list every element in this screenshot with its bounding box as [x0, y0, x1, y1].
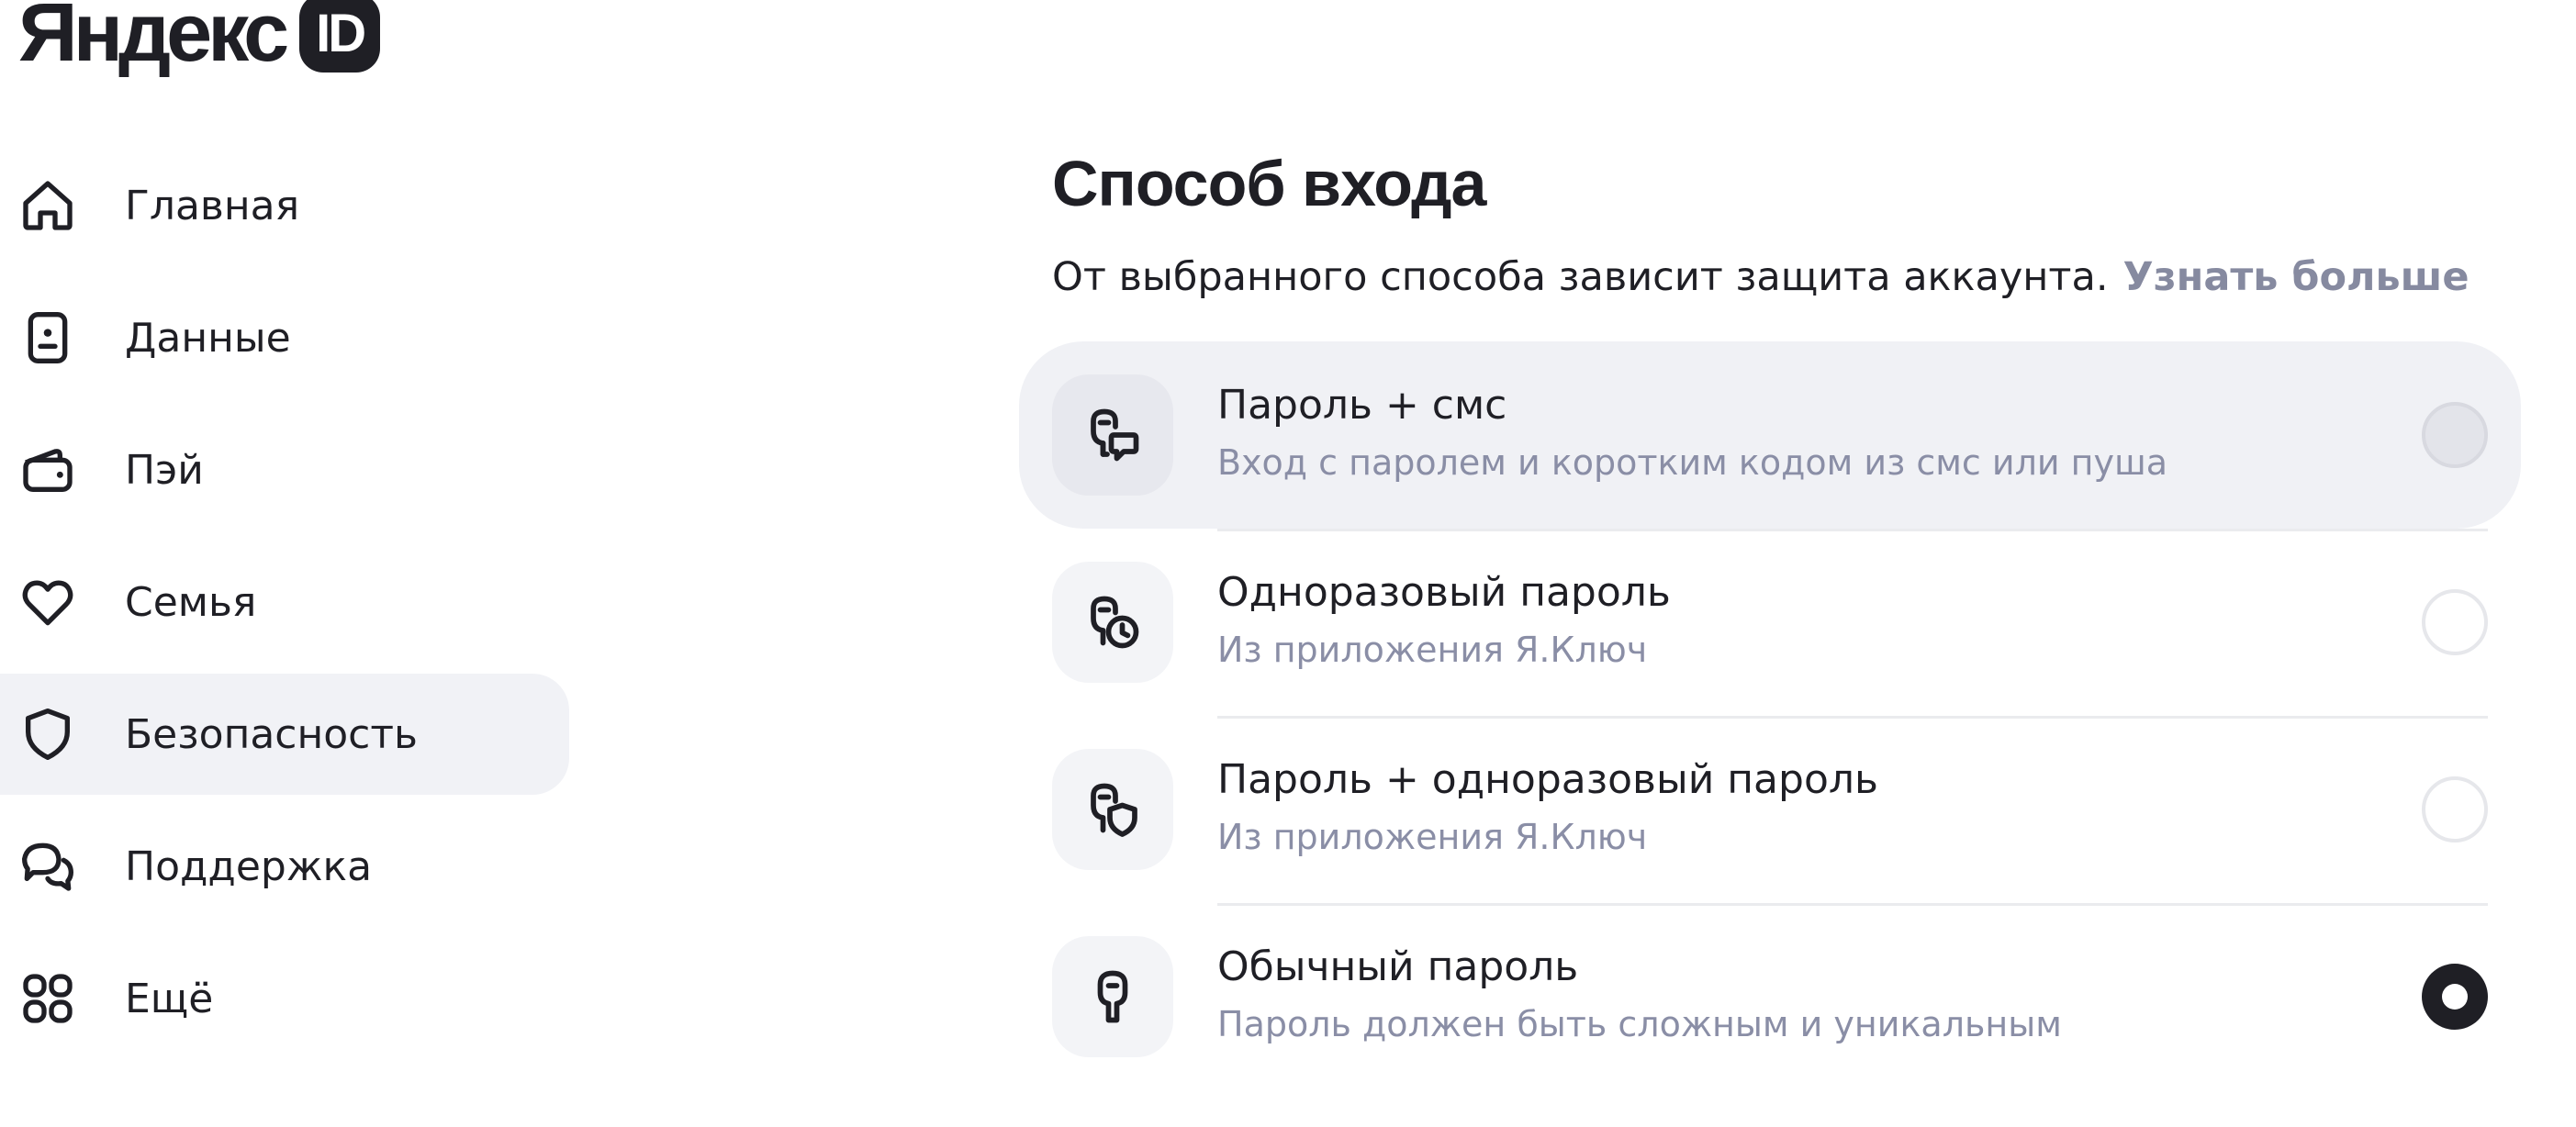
key-shield-icon — [1052, 749, 1173, 870]
sidebar: Главная Данные Пэй Семья Безопасность По… — [0, 145, 588, 1070]
home-icon — [17, 174, 79, 237]
sidebar-item-security[interactable]: Безопасность — [0, 674, 569, 795]
option-title: Обычный пароль — [1217, 943, 1579, 990]
sidebar-item-pay[interactable]: Пэй — [0, 409, 588, 530]
login-option-password-plus-otp[interactable]: Пароль + одноразовый пароль Из приложени… — [1019, 716, 2521, 903]
option-title: Пароль + смс — [1217, 382, 1507, 429]
yandex-id-logo[interactable]: Яндекс ID — [18, 0, 381, 81]
option-title: Одноразовый пароль — [1217, 569, 1671, 616]
key-clock-icon — [1052, 562, 1173, 683]
heart-icon — [17, 571, 79, 633]
subtitle-text: От выбранного способа зависит защита акк… — [1052, 254, 2109, 300]
page-title: Способ входа — [1052, 148, 1486, 219]
shield-icon — [17, 703, 79, 765]
login-option-password-sms[interactable]: Пароль + смс Вход с паролем и коротким к… — [1019, 341, 2521, 529]
sidebar-item-support[interactable]: Поддержка — [0, 806, 588, 927]
sidebar-item-label: Ещё — [125, 975, 214, 1022]
divider — [1217, 903, 2488, 906]
chat-bubbles-icon — [17, 835, 79, 898]
option-description: Из приложения Я.Ключ — [1217, 630, 1648, 670]
login-method-options: Пароль + смс Вход с паролем и коротким к… — [1019, 341, 2521, 1090]
id-card-icon — [17, 307, 79, 369]
sidebar-item-label: Семья — [125, 578, 257, 626]
divider — [1217, 529, 2488, 531]
sidebar-item-more[interactable]: Ещё — [0, 938, 588, 1059]
login-option-one-time-password[interactable]: Одноразовый пароль Из приложения Я.Ключ — [1019, 529, 2521, 716]
option-radio[interactable] — [2422, 402, 2488, 468]
logo-badge: ID — [299, 0, 381, 73]
key-message-icon — [1052, 374, 1173, 496]
divider — [1217, 716, 2488, 719]
sidebar-item-label: Поддержка — [125, 842, 373, 890]
learn-more-link[interactable]: Узнать больше — [2122, 254, 2469, 300]
option-description: Из приложения Я.Ключ — [1217, 817, 1648, 857]
login-method-section: Способ входа От выбранного способа завис… — [1019, 138, 2521, 1057]
sidebar-item-label: Безопасность — [125, 710, 418, 758]
option-description: Вход с паролем и коротким кодом из смс и… — [1217, 442, 2168, 483]
sidebar-item-label: Пэй — [125, 446, 204, 494]
login-option-regular-password[interactable]: Обычный пароль Пароль должен быть сложны… — [1019, 903, 2521, 1090]
wallet-icon — [17, 439, 79, 501]
logo-text: Яндекс — [18, 0, 289, 79]
sidebar-item-family[interactable]: Семья — [0, 541, 588, 663]
sidebar-item-label: Главная — [125, 182, 300, 229]
option-radio[interactable] — [2422, 589, 2488, 655]
option-radio[interactable] — [2422, 776, 2488, 842]
sidebar-item-data[interactable]: Данные — [0, 277, 588, 398]
key-icon — [1052, 936, 1173, 1057]
option-radio-selected[interactable] — [2422, 964, 2488, 1030]
section-subtitle: От выбранного способа зависит защита акк… — [1052, 250, 2521, 305]
sidebar-item-home[interactable]: Главная — [0, 145, 588, 266]
grid-icon — [17, 967, 79, 1030]
sidebar-item-label: Данные — [125, 314, 291, 362]
page: Яндекс ID Главная Данные Пэй Семья Безоп… — [0, 0, 2576, 1127]
option-description: Пароль должен быть сложным и уникальным — [1217, 1004, 2062, 1044]
option-title: Пароль + одноразовый пароль — [1217, 756, 1878, 803]
